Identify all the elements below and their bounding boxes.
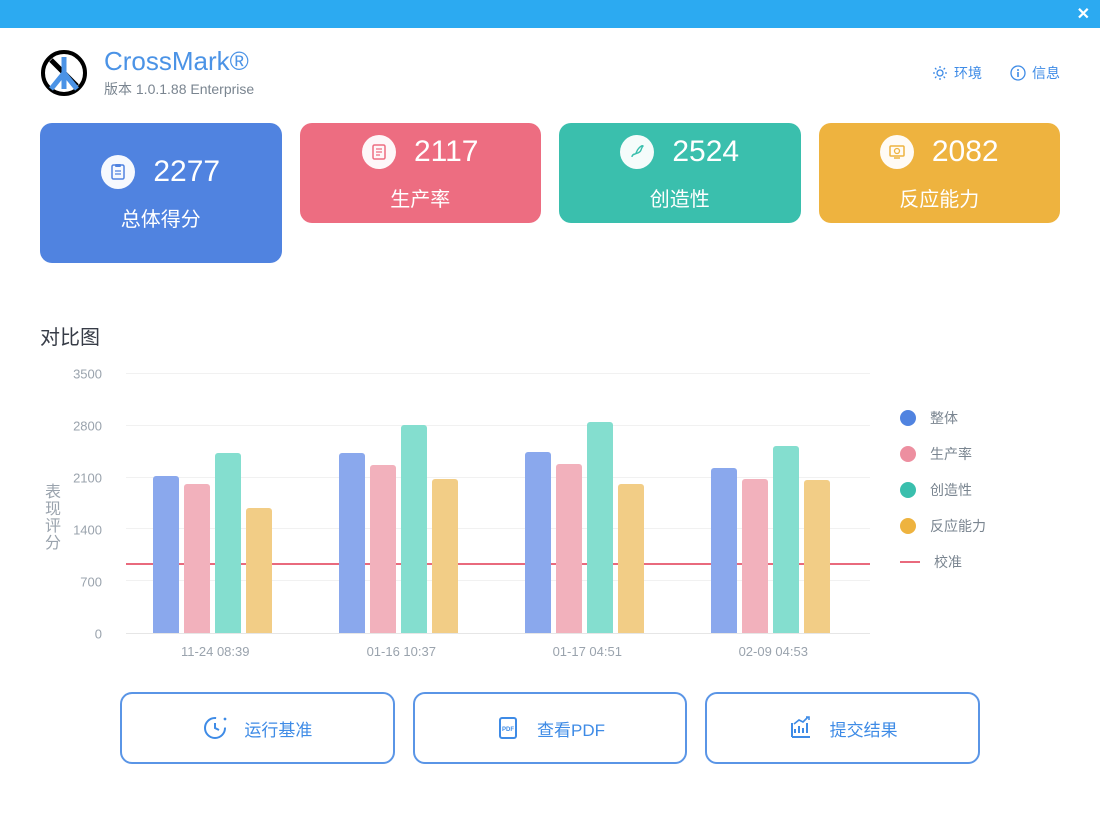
bar-creativity	[587, 422, 613, 633]
dot-icon	[900, 482, 916, 498]
chart-up-icon	[788, 715, 814, 741]
y-ticks: 35002800210014007000	[66, 374, 118, 634]
x-tick: 01-17 04:51	[553, 644, 622, 659]
app-window: ✕ CrossMark® 版本 1.0.1.88 Enterprise 环境	[0, 0, 1100, 834]
header-actions: 环境 信息	[932, 63, 1060, 83]
bar-responsiveness	[432, 479, 458, 634]
legend-creativity: 创造性	[900, 480, 1060, 500]
bar-overall	[525, 452, 551, 633]
y-tick: 2800	[73, 419, 110, 434]
line-icon	[900, 561, 920, 563]
y-axis-label: 表现评分	[45, 485, 61, 552]
submit-button-label: 提交结果	[830, 716, 898, 741]
info-icon	[1010, 65, 1026, 81]
y-tick: 2100	[73, 471, 110, 486]
card-overall: 2277 总体得分	[40, 123, 282, 263]
card-responsiveness: 2082 反应能力	[819, 123, 1061, 223]
app-version: 版本 1.0.1.88 Enterprise	[104, 79, 254, 99]
header: CrossMark® 版本 1.0.1.88 Enterprise 环境 信息	[40, 28, 1060, 117]
x-ticks: 11-24 08:39 01-16 10:37 01-17 04:51 02-09 0…	[126, 638, 870, 664]
titlebar: ✕	[0, 0, 1100, 28]
monitor-icon	[880, 135, 914, 169]
plot-area	[126, 374, 870, 634]
chart-wrap: 表现评分 35002800210014007000 11-24 08:3901-…	[40, 374, 1060, 664]
productivity-label: 生产率	[390, 183, 450, 212]
bar-responsiveness	[246, 508, 272, 633]
bar-group	[339, 425, 458, 633]
app-title: CrossMark®	[104, 46, 254, 77]
bar-productivity	[370, 465, 396, 633]
responsiveness-label: 反应能力	[899, 183, 979, 212]
info-link-label: 信息	[1032, 63, 1060, 83]
y-tick: 700	[80, 575, 110, 590]
x-tick: 02-09 04:53	[739, 644, 808, 659]
info-link[interactable]: 信息	[1010, 63, 1060, 83]
document-icon	[362, 135, 396, 169]
pdf-icon: PDF	[495, 715, 521, 741]
dot-icon	[900, 410, 916, 426]
legend-responsiveness: 反应能力	[900, 516, 1060, 536]
content-area: CrossMark® 版本 1.0.1.88 Enterprise 环境 信息	[0, 28, 1100, 834]
bar-overall	[339, 453, 365, 633]
legend-productivity: 生产率	[900, 444, 1060, 464]
chart-area: 35002800210014007000 11-24 08:3901-16 10…	[66, 374, 870, 664]
legend-overall: 整体	[900, 408, 1060, 428]
legend: 整体 生产率 创造性 反应能力 校准	[870, 374, 1060, 664]
x-tick: 01-16 10:37	[367, 644, 436, 659]
env-link[interactable]: 环境	[932, 63, 982, 83]
bar-creativity	[773, 446, 799, 633]
bar-creativity	[401, 425, 427, 633]
responsiveness-value: 2082	[932, 135, 999, 169]
ylabel-col: 表现评分	[40, 374, 66, 664]
bar-group	[525, 422, 644, 633]
dot-icon	[900, 446, 916, 462]
productivity-value: 2117	[414, 135, 479, 169]
y-tick: 0	[95, 627, 110, 642]
dot-icon	[900, 518, 916, 534]
app-logo-icon	[40, 49, 88, 97]
x-tick: 11-24 08:39	[181, 644, 249, 659]
grid-line	[126, 425, 870, 426]
bar-productivity	[184, 484, 210, 633]
bar-responsiveness	[618, 484, 644, 633]
legend-calibration: 校准	[900, 552, 1060, 572]
bar-responsiveness	[804, 480, 830, 633]
overall-value: 2277	[153, 155, 220, 189]
clipboard-icon	[101, 155, 135, 189]
logo-wrap: CrossMark® 版本 1.0.1.88 Enterprise	[40, 46, 254, 99]
pdf-button-label: 查看PDF	[537, 716, 605, 741]
section-title: 对比图	[40, 321, 1060, 350]
brush-icon	[620, 135, 654, 169]
run-benchmark-button[interactable]: 运行基准	[120, 692, 395, 764]
card-creativity: 2524 创造性	[559, 123, 801, 223]
svg-text:PDF: PDF	[502, 727, 514, 733]
gear-icon	[932, 65, 948, 81]
y-tick: 1400	[73, 523, 110, 538]
close-icon[interactable]: ✕	[1077, 4, 1090, 24]
card-productivity: 2117 生产率	[300, 123, 542, 223]
bar-creativity	[215, 453, 241, 633]
score-cards: 2277 总体得分 2117 生产率 2524	[40, 123, 1060, 263]
bar-group	[153, 453, 272, 633]
grid-line	[126, 373, 870, 374]
submit-results-button[interactable]: 提交结果	[705, 692, 980, 764]
bar-productivity	[556, 464, 582, 633]
overall-label: 总体得分	[121, 203, 201, 232]
bar-overall	[711, 468, 737, 633]
env-link-label: 环境	[954, 63, 982, 83]
y-tick: 3500	[73, 367, 110, 382]
run-button-label: 运行基准	[244, 716, 312, 741]
action-buttons: 运行基准 PDF 查看PDF 提交结果	[40, 692, 1060, 764]
bar-productivity	[742, 479, 768, 634]
view-pdf-button[interactable]: PDF 查看PDF	[413, 692, 688, 764]
bar-group	[711, 446, 830, 633]
creativity-label: 创造性	[650, 183, 710, 212]
bar-overall	[153, 476, 179, 633]
clock-run-icon	[202, 715, 228, 741]
creativity-value: 2524	[672, 135, 739, 169]
